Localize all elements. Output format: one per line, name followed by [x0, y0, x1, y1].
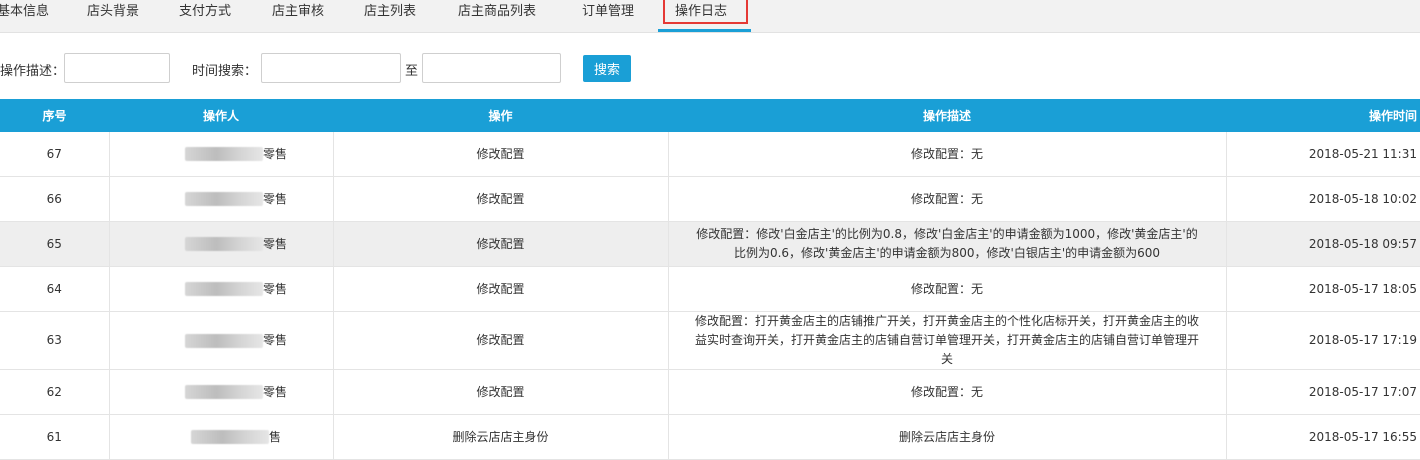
tab-order-management[interactable]: 订单管理 — [582, 0, 634, 30]
cell-time: 2018-05-17 17:07 — [1226, 369, 1420, 415]
tab-bar: 基本信息 店头背景 支付方式 店主审核 店主列表 店主商品列表 订单管理 操作日… — [0, 0, 1420, 33]
table-row[interactable]: 66 零售 修改配置 修改配置：无 2018-05-18 10:02 — [0, 176, 1420, 222]
cell-action: 修改配置 — [333, 266, 669, 312]
cell-operator: 零售 — [109, 369, 334, 415]
time-end-input[interactable] — [422, 53, 561, 83]
header-id[interactable]: 序号 — [0, 99, 109, 132]
operation-log-table: 序号 操作人 操作 操作描述 操作时间 67 零售 修改配置 修改配置：无 20… — [0, 99, 1420, 460]
cell-time: 2018-05-17 16:55 — [1226, 414, 1420, 460]
active-tab-underline — [658, 29, 751, 32]
masked-name — [190, 430, 269, 444]
desc-filter-label: 操作描述： — [0, 64, 66, 79]
tab-owner-list[interactable]: 店主列表 — [364, 0, 416, 30]
cell-time: 2018-05-17 17:19 — [1226, 311, 1420, 370]
table-row[interactable]: 63 零售 修改配置 修改配置：打开黄金店主的店铺推广开关，打开黄金店主的个性化… — [0, 311, 1420, 370]
cell-description: 修改配置：修改'白金店主'的比例为0.8，修改'白金店主'的申请金额为1000，… — [668, 221, 1227, 267]
cell-action: 删除云店店主身份 — [333, 414, 669, 460]
masked-name — [184, 237, 263, 251]
operator-name: 零售 — [262, 384, 287, 399]
cell-action: 修改配置 — [333, 221, 669, 267]
operator-name: 售 — [268, 429, 281, 444]
active-tab-highlight-box — [663, 0, 748, 24]
masked-name — [184, 147, 263, 161]
masked-name — [184, 192, 263, 206]
cell-action: 修改配置 — [333, 369, 669, 415]
cell-operator: 零售 — [109, 132, 334, 177]
cell-description: 修改配置：无 — [668, 266, 1227, 312]
header-description[interactable]: 操作描述 — [668, 99, 1226, 132]
cell-operator: 零售 — [109, 176, 334, 222]
cell-operator: 售 — [109, 414, 334, 460]
operator-name: 零售 — [262, 236, 287, 251]
cell-id: 61 — [0, 414, 110, 460]
cell-description: 删除云店店主身份 — [668, 414, 1227, 460]
table-header-row: 序号 操作人 操作 操作描述 操作时间 — [0, 99, 1420, 132]
cell-time: 2018-05-17 18:05 — [1226, 266, 1420, 312]
time-filter-label: 时间搜索： — [192, 64, 258, 79]
masked-name — [184, 282, 263, 296]
tab-payment-method[interactable]: 支付方式 — [179, 0, 231, 30]
cell-id: 63 — [0, 311, 110, 370]
cell-operator: 零售 — [109, 221, 334, 267]
cell-time: 2018-05-21 11:31 — [1226, 132, 1420, 177]
header-time[interactable]: 操作时间 — [1226, 99, 1420, 132]
time-start-input[interactable] — [261, 53, 401, 83]
cell-description: 修改配置：打开黄金店主的店铺推广开关，打开黄金店主的个性化店标开关，打开黄金店主… — [668, 311, 1227, 370]
search-button[interactable]: 搜索 — [583, 55, 631, 82]
masked-name — [184, 333, 263, 348]
operator-name: 零售 — [262, 281, 287, 296]
cell-description: 修改配置：无 — [668, 176, 1227, 222]
cell-time: 2018-05-18 10:02 — [1226, 176, 1420, 222]
header-operator[interactable]: 操作人 — [109, 99, 333, 132]
range-separator: 至 — [405, 64, 419, 79]
cell-id: 66 — [0, 176, 110, 222]
cell-action: 修改配置 — [333, 311, 669, 370]
cell-time: 2018-05-18 09:57 — [1226, 221, 1420, 267]
operator-name: 零售 — [262, 146, 287, 161]
cell-operator: 零售 — [109, 311, 334, 370]
table-row[interactable]: 61 售 删除云店店主身份 删除云店店主身份 2018-05-17 16:55 — [0, 414, 1420, 460]
tab-basic-info[interactable]: 基本信息 — [0, 0, 49, 30]
cell-id: 65 — [0, 221, 110, 267]
cell-operator: 零售 — [109, 266, 334, 312]
tab-owner-review[interactable]: 店主审核 — [272, 0, 324, 30]
desc-filter-input[interactable] — [64, 53, 170, 83]
cell-id: 64 — [0, 266, 110, 312]
table-row[interactable]: 64 零售 修改配置 修改配置：无 2018-05-17 18:05 — [0, 266, 1420, 312]
table-row[interactable]: 62 零售 修改配置 修改配置：无 2018-05-17 17:07 — [0, 369, 1420, 415]
cell-id: 62 — [0, 369, 110, 415]
cell-description: 修改配置：无 — [668, 132, 1227, 177]
cell-description: 修改配置：无 — [668, 369, 1227, 415]
table-row[interactable]: 65 零售 修改配置 修改配置：修改'白金店主'的比例为0.8，修改'白金店主'… — [0, 221, 1420, 267]
operator-name: 零售 — [262, 333, 287, 347]
tab-store-background[interactable]: 店头背景 — [87, 0, 139, 30]
tab-owner-product-list[interactable]: 店主商品列表 — [458, 0, 536, 30]
cell-id: 67 — [0, 132, 110, 177]
header-action[interactable]: 操作 — [333, 99, 668, 132]
table-row[interactable]: 67 零售 修改配置 修改配置：无 2018-05-21 11:31 — [0, 132, 1420, 177]
cell-action: 修改配置 — [333, 132, 669, 177]
cell-action: 修改配置 — [333, 176, 669, 222]
masked-name — [184, 385, 263, 399]
operator-name: 零售 — [262, 191, 287, 206]
